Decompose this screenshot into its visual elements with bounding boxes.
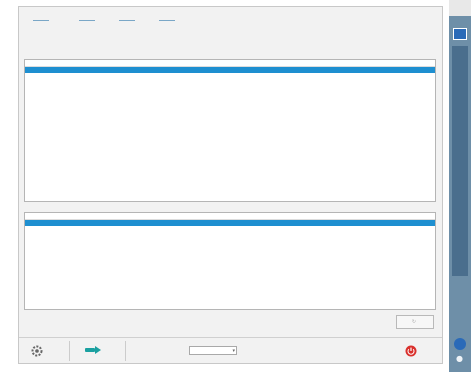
footer-separator: [125, 341, 126, 361]
table2[interactable]: [24, 212, 436, 310]
footer-separator: [69, 341, 70, 361]
side-tab[interactable]: [452, 46, 468, 276]
stat-card-3: [119, 19, 135, 21]
side-panel: ●: [449, 0, 471, 372]
accessibility-icon[interactable]: ●: [456, 354, 463, 363]
value-select[interactable]: ▾: [189, 346, 237, 355]
stat-card-1: [33, 19, 49, 21]
settings-button[interactable]: [31, 345, 46, 357]
side-panel-top: [449, 0, 471, 16]
exit-button[interactable]: [405, 345, 419, 357]
next-button[interactable]: [85, 346, 104, 354]
footer-divider: [19, 337, 442, 338]
arrow-right-icon: [85, 346, 101, 354]
info-icon[interactable]: [454, 338, 466, 350]
stat-card-4: [159, 19, 175, 21]
table-row-selected[interactable]: [25, 220, 435, 226]
gear-icon: [31, 345, 43, 357]
save-icon[interactable]: [453, 28, 467, 40]
main-window: ↻ ▾: [18, 6, 443, 364]
power-icon: [405, 345, 417, 357]
refresh-icon: ↻: [411, 319, 417, 325]
table1-header: [25, 60, 435, 67]
table-row-selected[interactable]: [25, 67, 435, 73]
table2-header: [25, 213, 435, 220]
chevron-down-icon: ▾: [232, 347, 235, 354]
table1[interactable]: [24, 59, 436, 202]
refresh-button[interactable]: ↻: [396, 315, 434, 329]
stat-card-2: [79, 19, 95, 21]
